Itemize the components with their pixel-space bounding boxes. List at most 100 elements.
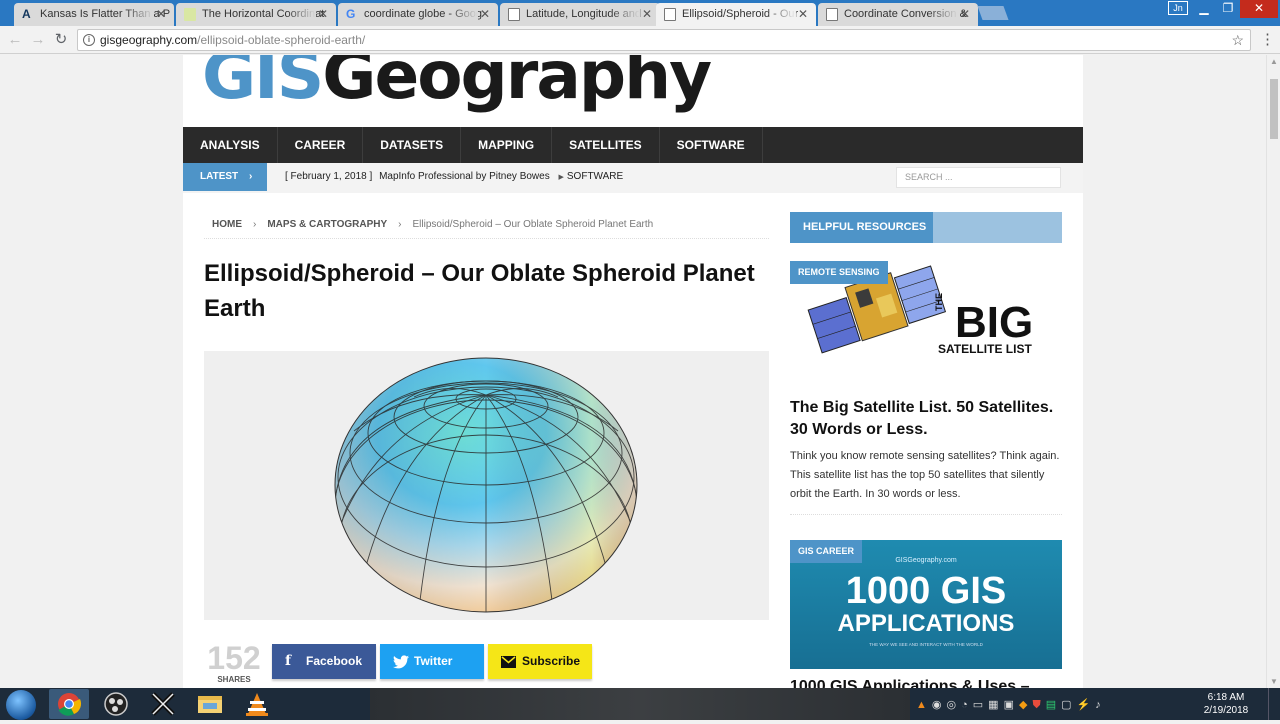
big-satellite-list-image[interactable]: THE BIG SATELLITE LIST REMOTE SENSING	[790, 261, 1062, 390]
menu-icon[interactable]: ⋮	[1260, 30, 1275, 48]
clock-time: 6:18 AM	[1207, 692, 1245, 703]
system-clock[interactable]: 6:18 AM 2/19/2018	[1196, 691, 1256, 717]
scrollbar-thumb[interactable]	[1270, 79, 1278, 139]
file-explorer-taskbar-button[interactable]	[190, 689, 230, 719]
site-container: GISGeography ANALYSIS CAREER DATASETS MA…	[183, 55, 1083, 688]
ticker-title[interactable]: MapInfo Professional by Pitney Bowes	[379, 171, 550, 182]
info-icon[interactable]: i	[83, 34, 95, 46]
tray-app-icon[interactable]: ▢	[1061, 699, 1076, 711]
image-text-big: BIG	[955, 298, 1033, 347]
close-icon[interactable]: ✕	[156, 7, 166, 21]
x-app-icon	[151, 692, 175, 716]
forward-button[interactable]: →	[28, 30, 48, 50]
shield-icon[interactable]: ⛊	[1032, 699, 1045, 711]
taskbar-background	[370, 688, 910, 720]
firefox-tray-icon[interactable]: ◆	[1019, 699, 1032, 711]
document-icon	[664, 8, 676, 21]
chrome-taskbar-button[interactable]	[49, 689, 89, 719]
category-tag-gis-career[interactable]: GIS CAREER	[790, 540, 863, 563]
page-viewport: GISGeography ANALYSIS CAREER DATASETS MA…	[0, 55, 1266, 688]
vertical-scrollbar[interactable]: ▲ ▼	[1266, 55, 1280, 688]
new-tab-button[interactable]	[977, 6, 1009, 20]
divider	[204, 238, 769, 239]
tray-app-icon[interactable]: ▣	[1004, 699, 1019, 711]
restore-button[interactable]: ❐	[1216, 0, 1240, 18]
back-button[interactable]: ←	[5, 30, 25, 50]
vlc-tray-icon[interactable]: ▲	[916, 699, 932, 711]
start-button[interactable]	[6, 690, 36, 720]
tab-ellipsoid-spheroid[interactable]: Ellipsoid/Spheroid - Our ✕	[656, 3, 816, 26]
tab-latitude-longitude[interactable]: Latitude, Longitude and ✕	[500, 3, 660, 26]
close-icon[interactable]: ✕	[318, 7, 328, 21]
category-tag-remote-sensing[interactable]: REMOTE SENSING	[790, 261, 888, 284]
card-title[interactable]: 1000 GIS Applications & Uses –	[790, 676, 1062, 688]
card-title[interactable]: The Big Satellite List. 50 Satellites. 3…	[790, 397, 1062, 441]
facebook-share-button[interactable]: f Facebook	[272, 644, 376, 679]
subscribe-button[interactable]: Subscribe	[488, 644, 592, 679]
latest-bar: LATEST › [ February 1, 2018 ] MapInfo Pr…	[183, 163, 1083, 193]
breadcrumb-category[interactable]: MAPS & CARTOGRAPHY	[267, 219, 387, 230]
shares-label: SHARES	[217, 675, 251, 684]
url-path: /ellipsoid-oblate-spheroid-earth/	[197, 33, 366, 47]
close-icon[interactable]: ✕	[960, 7, 970, 21]
breadcrumb-home[interactable]: HOME	[212, 219, 242, 230]
facebook-icon: f	[285, 653, 292, 669]
minimize-button[interactable]: ▁	[1192, 0, 1216, 18]
chevron-right-icon: ›	[253, 219, 257, 230]
ticker-category[interactable]: SOFTWARE	[567, 171, 623, 182]
nav-analysis[interactable]: ANALYSIS	[183, 127, 278, 163]
sync-tray-icon[interactable]: ◔	[961, 699, 973, 711]
show-desktop-button[interactable]	[1268, 688, 1280, 720]
close-icon[interactable]: ✕	[798, 7, 808, 21]
battery-tray-icon[interactable]: ▭	[973, 699, 988, 711]
divider	[790, 514, 1062, 515]
tab-horizontal-coordinate[interactable]: The Horizontal Coordinat ✕	[176, 3, 336, 26]
reload-button[interactable]: ↻	[51, 30, 71, 50]
vlc-taskbar-button[interactable]	[237, 689, 277, 719]
obs-tray-icon[interactable]: ◎	[947, 699, 962, 711]
news-ticker[interactable]: [ February 1, 2018 ] MapInfo Professiona…	[285, 163, 623, 192]
featured-image	[204, 351, 769, 620]
nav-career[interactable]: CAREER	[278, 127, 364, 163]
clock-date: 2/19/2018	[1203, 705, 1249, 716]
system-tray[interactable]: ▲◉◎◔▭▦▣◆⛊▤▢⚡♪	[916, 698, 1186, 712]
network-tray-icon[interactable]: ◉	[932, 699, 947, 711]
close-icon[interactable]: ✕	[480, 7, 490, 21]
address-bar[interactable]: i gisgeography.com/ellipsoid-oblate-sphe…	[77, 29, 1251, 51]
app-x-taskbar-button[interactable]	[143, 689, 183, 719]
power-icon[interactable]: ⚡	[1077, 699, 1096, 711]
tab-strip: A Kansas Is Flatter Than a P ✕ The Horiz…	[0, 0, 1280, 26]
google-icon: G	[346, 7, 356, 21]
browser-toolbar: ← → ↻ i gisgeography.com/ellipsoid-oblat…	[0, 26, 1280, 54]
nav-software[interactable]: SOFTWARE	[660, 127, 763, 163]
scroll-up-arrow-icon[interactable]: ▲	[1270, 57, 1278, 66]
scroll-down-arrow-icon[interactable]: ▼	[1270, 677, 1278, 686]
close-icon[interactable]: ✕	[642, 7, 652, 21]
site-logo[interactable]: GISGeography	[202, 55, 712, 114]
tab-google-search[interactable]: G coordinate globe - Goog ✕	[338, 3, 498, 26]
map-icon	[184, 8, 196, 21]
search-input[interactable]: SEARCH ...	[896, 167, 1061, 188]
tray-app-icon[interactable]: ▦	[988, 699, 1003, 711]
gis-applications-image[interactable]: GISGeography.com 1000 GIS APPLICATIONS T…	[790, 540, 1062, 669]
tab-coordinate-conversion[interactable]: Coordinate Conversion & ✕	[818, 3, 978, 26]
speaker-icon[interactable]: ♪	[1095, 699, 1106, 711]
nav-datasets[interactable]: DATASETS	[363, 127, 462, 163]
obs-icon	[104, 692, 128, 716]
image-text-satellite-list: SATELLITE LIST	[938, 342, 1032, 356]
user-badge[interactable]: Jn	[1168, 1, 1188, 15]
close-window-button[interactable]: ✕	[1240, 0, 1278, 18]
tray-app-icon[interactable]: ▤	[1046, 699, 1061, 711]
chevron-right-icon: ›	[398, 219, 402, 230]
twitter-icon	[393, 644, 409, 682]
image-site-name: GISGeography.com	[895, 557, 957, 564]
twitter-share-button[interactable]: Twitter	[380, 644, 484, 679]
breadcrumb: HOME › MAPS & CARTOGRAPHY › Ellipsoid/Sphero…	[212, 219, 653, 230]
nav-mapping[interactable]: MAPPING	[461, 127, 553, 163]
logo-gis: GIS	[202, 55, 324, 114]
nav-satellites[interactable]: SATELLITES	[552, 127, 660, 163]
bookmark-star-icon[interactable]: ☆	[1231, 30, 1244, 50]
tab-kansas[interactable]: A Kansas Is Flatter Than a P ✕	[14, 3, 174, 26]
obs-taskbar-button[interactable]	[96, 689, 136, 719]
document-icon	[826, 8, 838, 21]
